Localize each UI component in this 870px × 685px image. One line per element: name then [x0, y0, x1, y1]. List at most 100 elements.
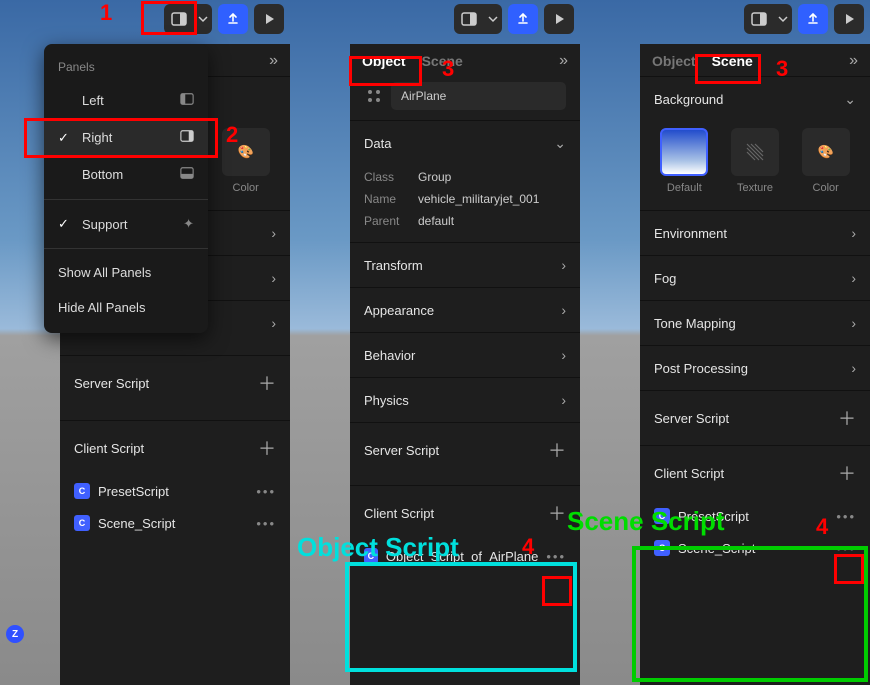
more-icon[interactable]: ••• [546, 549, 566, 564]
chevron-right-icon: › [851, 315, 856, 331]
tab-scene[interactable]: Scene [422, 53, 463, 69]
panel-dropdown-button[interactable] [164, 4, 212, 34]
section-server-script[interactable]: Server Script＋ [350, 423, 580, 477]
chevron-down-icon [484, 4, 502, 34]
bg-option-default[interactable]: Default [654, 128, 715, 194]
bg-swatch [660, 128, 708, 176]
upload-button[interactable] [218, 4, 248, 34]
dropdown-item-left[interactable]: Left [44, 82, 208, 119]
script-name: Scene_Script [98, 516, 175, 531]
section-fog[interactable]: Fog› [640, 256, 870, 300]
section-header[interactable]: Data⌄ [350, 121, 580, 166]
section-client-script[interactable]: Client Script＋ [350, 486, 580, 540]
upload-button[interactable] [798, 4, 828, 34]
panels-dropdown: Panels Left ✓ Right Bottom ✓ Support ✦ [44, 44, 208, 333]
top-toolbar [454, 4, 574, 34]
tab-object[interactable]: Object [652, 53, 696, 69]
play-button[interactable] [254, 4, 284, 34]
play-button[interactable] [834, 4, 864, 34]
upload-button[interactable] [508, 4, 538, 34]
sparkle-icon: ✦ [183, 216, 194, 232]
section-server-script[interactable]: Server Script＋ [640, 391, 870, 445]
section-transform[interactable]: Transform› [350, 243, 580, 287]
more-icon[interactable]: ••• [836, 541, 856, 556]
collapse-panel-icon[interactable]: » [269, 52, 278, 70]
collapse-panel-icon[interactable]: » [849, 52, 858, 70]
screenshot-3: Object Scene » Background⌄ Default Textu… [580, 0, 870, 685]
dropdown-show-all[interactable]: Show All Panels [44, 255, 208, 290]
tab-scene[interactable]: Scene [712, 53, 753, 69]
plus-icon[interactable]: ＋ [548, 500, 566, 526]
panel-left-icon [180, 92, 194, 109]
check-icon: ✓ [58, 130, 72, 146]
bg-option-color[interactable]: 🎨 Color [215, 128, 276, 194]
screenshot-1: Z Panels Left [0, 0, 290, 685]
bg-option-color[interactable]: 🎨Color [795, 128, 856, 194]
data-value: Group [418, 170, 451, 184]
chevron-right-icon: › [851, 360, 856, 376]
dropdown-item-label: Right [82, 130, 112, 145]
section-appearance[interactable]: Appearance› [350, 288, 580, 332]
script-name: PresetScript [678, 509, 749, 524]
section-data: Data⌄ ClassGroup Namevehicle_militaryjet… [350, 120, 580, 242]
object-name-input[interactable] [391, 82, 566, 110]
dropdown-hide-all[interactable]: Hide All Panels [44, 290, 208, 325]
plus-icon[interactable]: ＋ [838, 405, 856, 431]
background-options: Default Texture 🎨Color [654, 122, 856, 200]
chevron-right-icon: › [851, 225, 856, 241]
tab-object[interactable]: Object [362, 53, 406, 69]
section-behavior[interactable]: Behavior› [350, 333, 580, 377]
script-item-object[interactable]: C Object_Script_of_AirPlane ••• [350, 540, 580, 572]
play-button[interactable] [544, 4, 574, 34]
more-icon[interactable]: ••• [256, 516, 276, 531]
grid-icon[interactable] [364, 83, 383, 109]
section-tone-mapping[interactable]: Tone Mapping› [640, 301, 870, 345]
script-file-icon: C [74, 483, 90, 499]
section-header[interactable]: Background⌄ [640, 77, 870, 122]
plus-icon[interactable]: ＋ [838, 460, 856, 486]
more-icon[interactable]: ••• [256, 484, 276, 499]
chevron-right-icon: › [851, 270, 856, 286]
script-name: Scene_Script [678, 541, 755, 556]
data-value: vehicle_militaryjet_001 [418, 192, 539, 206]
dropdown-item-support[interactable]: ✓ Support ✦ [44, 206, 208, 242]
section-physics[interactable]: Physics› [350, 378, 580, 422]
panel-dropdown-button[interactable] [744, 4, 792, 34]
texture-icon [731, 128, 779, 176]
plus-icon[interactable]: ＋ [258, 370, 276, 396]
dropdown-separator [44, 199, 208, 200]
section-server-script[interactable]: Server Script＋ [60, 356, 290, 410]
plus-icon[interactable]: ＋ [258, 435, 276, 461]
script-item-scene[interactable]: C Scene_Script ••• [60, 507, 290, 539]
dropdown-separator [44, 248, 208, 249]
collapse-panel-icon[interactable]: » [559, 52, 568, 70]
top-toolbar [744, 4, 864, 34]
chevron-right-icon: › [271, 225, 276, 241]
script-item-preset[interactable]: C PresetScript ••• [60, 475, 290, 507]
data-key: Parent [364, 214, 418, 228]
panel-dropdown-button[interactable] [454, 4, 502, 34]
script-name: Object_Script_of_AirPlane [386, 549, 538, 564]
chevron-right-icon: › [561, 302, 566, 318]
script-file-icon: C [74, 515, 90, 531]
script-item-preset[interactable]: C PresetScript ••• [640, 500, 870, 532]
section-post-processing[interactable]: Post Processing› [640, 346, 870, 390]
chevron-down-icon [194, 4, 212, 34]
dropdown-item-right[interactable]: ✓ Right [44, 119, 208, 156]
more-icon[interactable]: ••• [836, 509, 856, 524]
section-environment[interactable]: Environment› [640, 211, 870, 255]
dropdown-item-bottom[interactable]: Bottom [44, 156, 208, 193]
top-toolbar [164, 4, 284, 34]
inspector-panel: Object Scene » Background⌄ Default Textu… [640, 44, 870, 685]
panel-icon [744, 4, 774, 34]
plus-icon[interactable]: ＋ [548, 437, 566, 463]
axis-gizmo[interactable]: Z [6, 625, 36, 655]
chevron-down-icon: ⌄ [844, 91, 856, 108]
section-client-script[interactable]: Client Script＋ [60, 421, 290, 475]
chevron-down-icon: ⌄ [554, 135, 566, 152]
dropdown-title: Panels [44, 52, 208, 82]
section-client-script[interactable]: Client Script＋ [640, 446, 870, 500]
bg-option-texture[interactable]: Texture [725, 128, 786, 194]
object-name-row [350, 76, 580, 120]
script-item-scene[interactable]: C Scene_Script ••• [640, 532, 870, 564]
